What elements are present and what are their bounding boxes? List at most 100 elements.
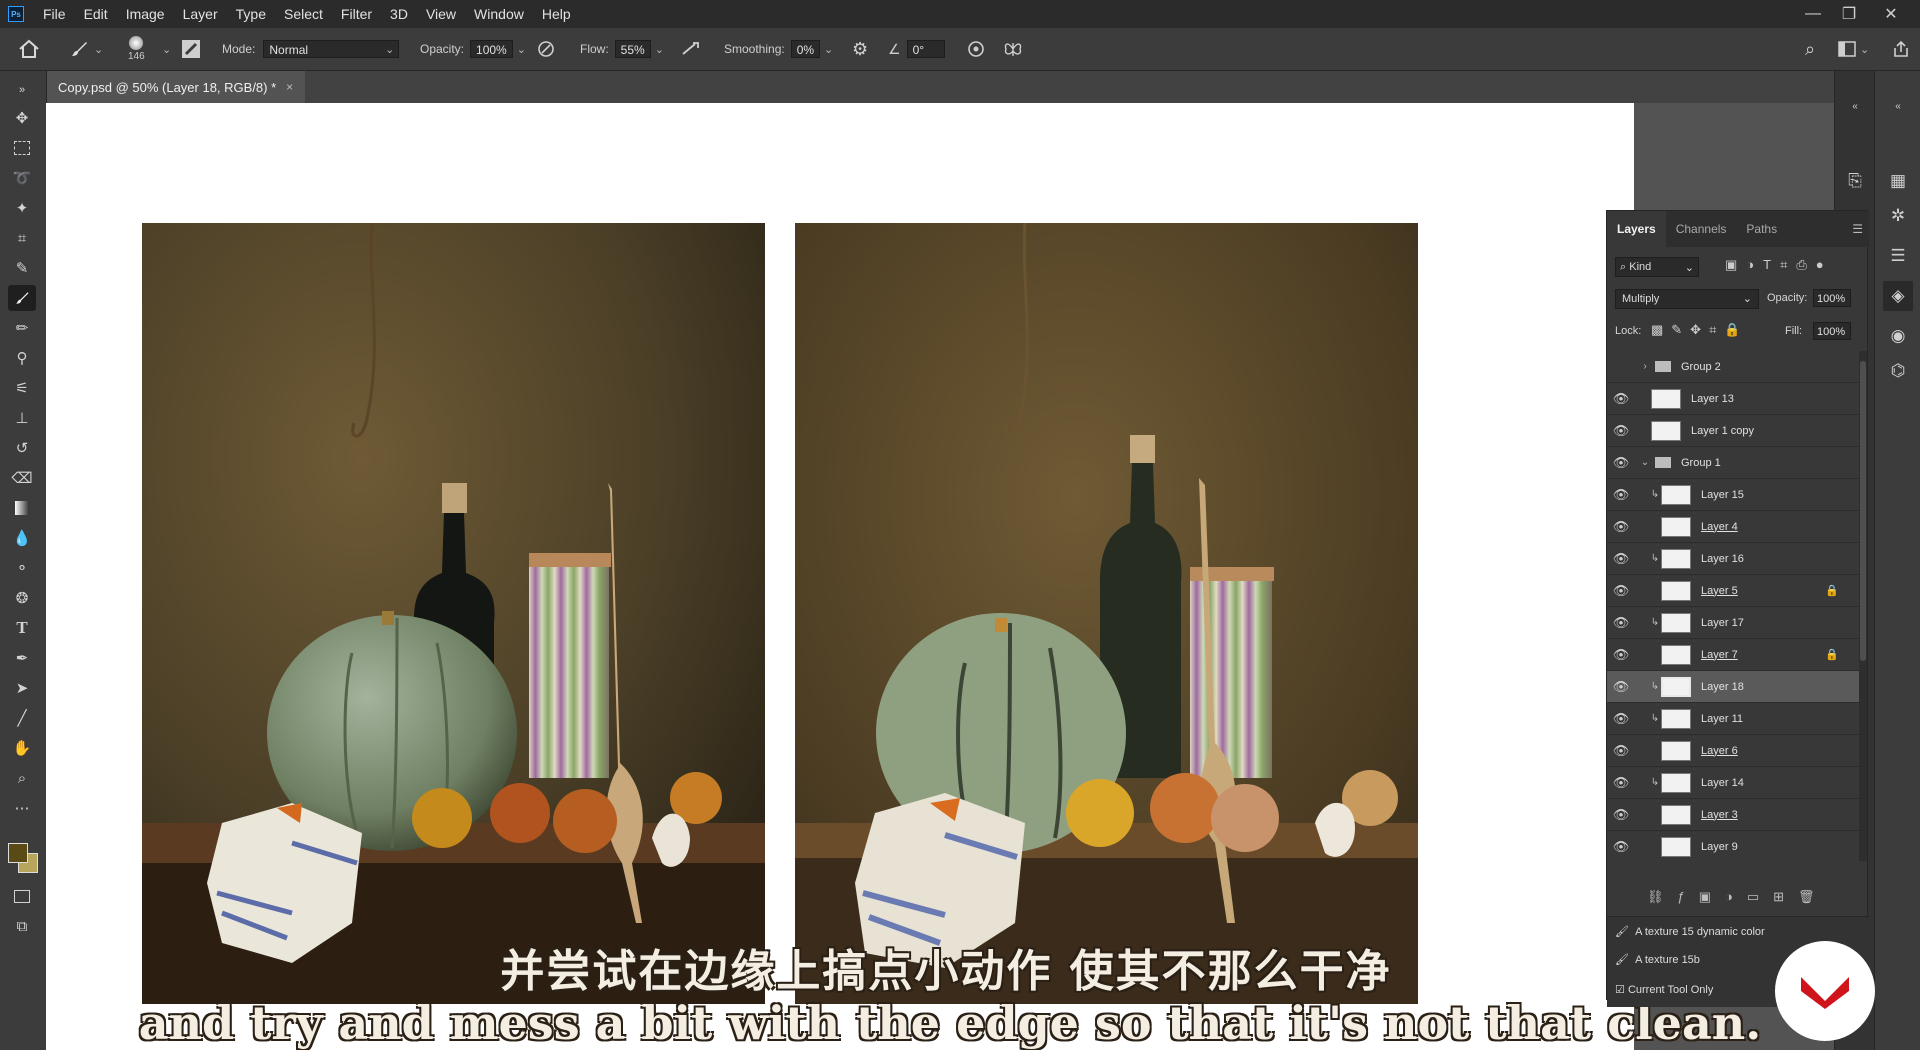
stamp-tool-icon[interactable]: ⊥: [8, 405, 36, 431]
layer-name[interactable]: Group 1: [1681, 457, 1721, 469]
path-selection-tool-icon[interactable]: ➤: [8, 675, 36, 701]
menu-filter[interactable]: Filter: [332, 0, 381, 28]
layer-row[interactable]: 👁 Layer 7 🔒: [1607, 639, 1859, 671]
more-tools-icon[interactable]: ⋯: [8, 795, 36, 821]
screen-mode-icon[interactable]: ⧉: [8, 913, 36, 939]
sponge-tool-icon[interactable]: ❂: [8, 585, 36, 611]
layer-thumbnail[interactable]: [1661, 836, 1691, 857]
layer-row[interactable]: 👁 Layer 3: [1607, 799, 1859, 831]
layers-scrollbar[interactable]: [1859, 351, 1867, 861]
restore-button[interactable]: ❐: [1826, 0, 1872, 28]
lock-options-icons[interactable]: ▩✎✥⌗🔒: [1651, 322, 1749, 338]
chevron-down-icon[interactable]: ⌄: [824, 43, 833, 56]
menu-help[interactable]: Help: [533, 0, 580, 28]
tab-layers[interactable]: Layers: [1607, 211, 1666, 247]
layer-name[interactable]: Layer 14: [1701, 777, 1744, 789]
chevron-down-icon[interactable]: ⌄: [158, 28, 171, 70]
layer-row[interactable]: 👁 ⌄ Group 1: [1607, 447, 1859, 479]
layer-row[interactable]: 👁 ↳ Layer 14: [1607, 767, 1859, 799]
document-tab[interactable]: Copy.psd @ 50% (Layer 18, RGB/8) * ×: [46, 71, 306, 103]
smoothing-settings-button[interactable]: ⚙: [852, 28, 868, 70]
paths-panel-icon[interactable]: ⌬: [1883, 356, 1913, 386]
crop-tool-icon[interactable]: ⌗: [8, 225, 36, 251]
visibility-eye-icon[interactable]: 👁: [1607, 519, 1635, 535]
layers-panel-icon[interactable]: ◈: [1883, 281, 1913, 311]
layer-row[interactable]: 👁 ↳ Layer 15: [1607, 479, 1859, 511]
layer-thumbnail[interactable]: [1661, 708, 1691, 729]
dodge-tool-icon[interactable]: ⚬: [8, 555, 36, 581]
menu-3d[interactable]: 3D: [381, 0, 417, 28]
collapse-toolbar-icon[interactable]: »: [8, 77, 36, 103]
menu-file[interactable]: File: [34, 0, 75, 28]
flow-field[interactable]: 55%: [614, 40, 651, 58]
layer-row[interactable]: 👁 Layer 6: [1607, 735, 1859, 767]
visibility-eye-icon[interactable]: 👁: [1607, 711, 1635, 727]
tool-preset-item[interactable]: 🖌 A texture 15b: [1615, 953, 1700, 966]
visibility-eye-icon[interactable]: 👁: [1607, 743, 1635, 759]
menu-select[interactable]: Select: [275, 0, 332, 28]
layer-name[interactable]: Layer 6: [1701, 745, 1738, 757]
pressure-size-button[interactable]: [966, 28, 986, 70]
layer-actions-bar[interactable]: ⛓ƒ▣◑▭⊞🗑: [1647, 889, 1829, 905]
move-tool-icon[interactable]: ✥: [8, 105, 36, 131]
layer-row[interactable]: 👁 ↳ Layer 11: [1607, 703, 1859, 735]
layer-name[interactable]: Layer 4: [1701, 521, 1738, 533]
home-button[interactable]: [18, 28, 40, 70]
brush-settings-toggle[interactable]: [180, 28, 202, 70]
search-button[interactable]: ⌕: [1805, 28, 1815, 70]
menu-edit[interactable]: Edit: [75, 0, 117, 28]
close-window-button[interactable]: ✕: [1868, 0, 1914, 28]
menu-type[interactable]: Type: [227, 0, 275, 28]
layer-opacity-field[interactable]: 100%: [1813, 289, 1851, 307]
visibility-eye-icon[interactable]: 👁: [1607, 647, 1635, 663]
smoothing-field[interactable]: 0%: [790, 40, 821, 58]
visibility-eye-icon[interactable]: 👁: [1607, 775, 1635, 791]
layer-name[interactable]: Group 2: [1681, 361, 1721, 373]
mixer-brush-tool-icon[interactable]: ⚟: [8, 375, 36, 401]
clone-stamp-tool-icon[interactable]: ⚲: [8, 345, 36, 371]
layer-thumbnail[interactable]: [1661, 804, 1691, 825]
layer-thumbnail[interactable]: [1661, 580, 1691, 601]
layer-name[interactable]: Layer 9: [1701, 841, 1738, 853]
layer-row[interactable]: 👁 Layer 1 copy: [1607, 415, 1859, 447]
brush-tool-icon[interactable]: [8, 285, 36, 311]
blur-tool-icon[interactable]: 💧: [8, 525, 36, 551]
tab-paths[interactable]: Paths: [1736, 211, 1787, 247]
visibility-eye-icon[interactable]: 👁: [1607, 583, 1635, 599]
layer-thumbnail[interactable]: [1661, 644, 1691, 665]
layer-thumbnail[interactable]: [1661, 772, 1691, 793]
layer-filter-icons[interactable]: ▣◑T⌗⎙●: [1725, 257, 1833, 273]
visibility-eye-icon[interactable]: 👁: [1607, 455, 1635, 471]
collapse-dock-icon[interactable]: «: [1840, 91, 1870, 121]
tab-channels[interactable]: Channels: [1666, 211, 1737, 247]
visibility-eye-icon[interactable]: 👁: [1607, 551, 1635, 567]
chevron-down-icon[interactable]: ⌄: [1639, 457, 1651, 468]
brush-size-picker[interactable]: 146: [128, 28, 145, 70]
layer-name[interactable]: Layer 17: [1701, 617, 1744, 629]
pencil-tool-icon[interactable]: ✏: [8, 315, 36, 341]
channels-panel-icon[interactable]: ◉: [1883, 321, 1913, 351]
eraser-tool-icon[interactable]: ⌫: [8, 465, 36, 491]
gradient-tool-icon[interactable]: [8, 495, 36, 521]
history-brush-tool-icon[interactable]: ↺: [8, 435, 36, 461]
tool-preset-item[interactable]: 🖌 A texture 15 dynamic color: [1615, 925, 1765, 938]
layer-thumbnail[interactable]: [1661, 612, 1691, 633]
pen-tool-icon[interactable]: ✒: [8, 645, 36, 671]
share-button[interactable]: [1892, 28, 1910, 70]
airbrush-button[interactable]: [680, 28, 702, 70]
hand-tool-icon[interactable]: ✋: [8, 735, 36, 761]
layer-name[interactable]: Layer 18: [1701, 681, 1744, 693]
fill-field[interactable]: 100%: [1813, 322, 1851, 340]
visibility-eye-icon[interactable]: 👁: [1607, 487, 1635, 503]
blend-mode-select[interactable]: Multiply ⌄: [1615, 289, 1759, 309]
layer-row[interactable]: 👁 Layer 9: [1607, 831, 1859, 861]
filter-kind-select[interactable]: ⌕ Kind ⌄: [1615, 257, 1699, 277]
layer-thumbnail[interactable]: [1661, 740, 1691, 761]
layer-name[interactable]: Layer 11: [1701, 713, 1743, 725]
table-panel-icon[interactable]: ▦: [1883, 166, 1913, 196]
layer-name[interactable]: Layer 1 copy: [1691, 425, 1754, 437]
visibility-eye-icon[interactable]: 👁: [1607, 807, 1635, 823]
layer-thumbnail[interactable]: [1661, 548, 1691, 569]
layer-thumbnail[interactable]: [1661, 484, 1691, 505]
foreground-color-swatch[interactable]: [8, 843, 28, 863]
